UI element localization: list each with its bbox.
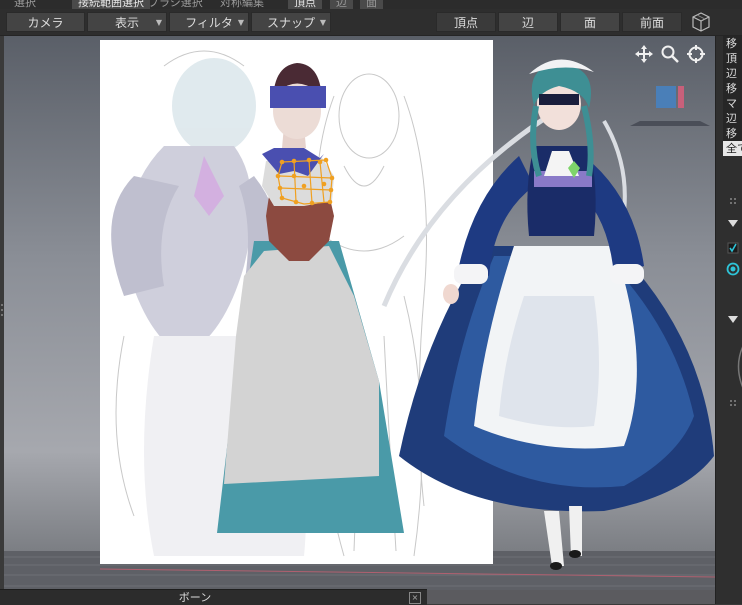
face-mode-button[interactable]: 面 xyxy=(560,12,620,32)
view-menu-button[interactable]: 表示 ▼ xyxy=(87,12,167,32)
front-label: 前面 xyxy=(639,16,664,30)
vertex-mode-button[interactable]: 頂点 xyxy=(436,12,496,32)
mode-edge[interactable]: 辺 xyxy=(330,0,353,9)
left-resize-handle[interactable] xyxy=(0,300,4,320)
edge-label: 辺 xyxy=(521,16,534,30)
mode-symmetry-edit[interactable]: 対称編集 xyxy=(220,0,264,9)
panel-controls xyxy=(726,198,742,406)
front-view-button[interactable]: 前面 xyxy=(622,12,682,32)
dropdown-arrow-icon: ▼ xyxy=(155,18,162,27)
camera-label: カメラ xyxy=(27,16,64,30)
mode-select[interactable]: 選択 xyxy=(14,0,36,9)
top-mode-strip: 選択 接続範囲選択 ブラシ選択 対称編集 頂点 辺 面 xyxy=(0,0,742,9)
mode-face[interactable]: 面 xyxy=(360,0,383,9)
bone-panel-title: ボーン xyxy=(178,591,212,604)
bone-panel-header: ボーン × xyxy=(0,589,427,605)
snap-menu-button[interactable]: スナップ ▼ xyxy=(251,12,331,32)
dropdown-arrow-icon: ▼ xyxy=(319,18,326,27)
mode-brush-select[interactable]: ブラシ選択 xyxy=(148,0,203,9)
orbit-icon[interactable] xyxy=(686,44,706,64)
view-label: 表示 xyxy=(114,16,139,30)
vertex-label: 頂点 xyxy=(453,16,478,30)
face-label: 面 xyxy=(583,16,596,30)
3d-viewport[interactable] xyxy=(4,36,715,590)
close-icon[interactable]: × xyxy=(409,592,421,604)
viewport-bottom-edge xyxy=(427,590,715,604)
zoom-icon[interactable] xyxy=(660,44,680,64)
cube-view-icon[interactable] xyxy=(690,11,712,33)
mode-vertex[interactable]: 頂点 xyxy=(288,0,322,9)
mode-connected-select[interactable]: 接続範囲選択 xyxy=(72,0,150,9)
filter-menu-button[interactable]: フィルタ ▼ xyxy=(169,12,249,32)
dropdown-arrow-icon: ▼ xyxy=(237,18,244,27)
toolbar: カメラ 表示 ▼ フィルタ ▼ スナップ ▼ 頂点 辺 面 前面 xyxy=(0,9,742,36)
viewport-scene xyxy=(4,40,715,590)
right-tool-panel: 移 頂 辺 移 マ 辺 移 全て xyxy=(715,36,742,604)
filter-label: フィルタ xyxy=(185,16,233,30)
camera-menu-button[interactable]: カメラ xyxy=(6,12,85,32)
move-icon[interactable] xyxy=(634,44,654,64)
camera-preview-icon[interactable] xyxy=(630,86,710,126)
snap-label: スナップ xyxy=(266,16,315,30)
edge-mode-button[interactable]: 辺 xyxy=(498,12,558,32)
